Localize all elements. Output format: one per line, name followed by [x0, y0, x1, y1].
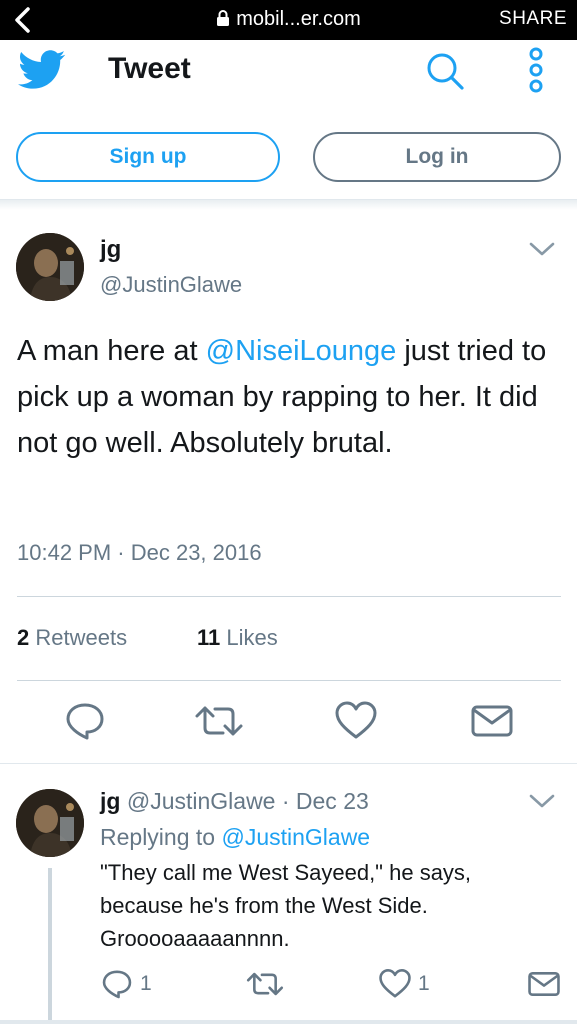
share-button[interactable]: SHARE: [499, 8, 567, 30]
reply-text: "They call me West Sayeed," he says, bec…: [100, 860, 472, 951]
retweet-icon[interactable]: [193, 700, 245, 747]
tweet-text-before: A man here at: [17, 335, 206, 367]
replying-to: Replying to @JustinGlawe: [100, 824, 370, 851]
app-header: Tweet: [0, 40, 577, 108]
divider: [0, 763, 577, 764]
lock-icon: [216, 9, 230, 33]
address-bar[interactable]: mobil...er.com: [0, 8, 577, 33]
replying-prefix: Replying to: [100, 824, 222, 850]
thread-line: [48, 868, 52, 1020]
heart-icon[interactable]: [334, 700, 378, 747]
reply-date[interactable]: · Dec 23: [282, 788, 369, 814]
divider: [17, 596, 561, 597]
author-handle[interactable]: @JustinGlawe: [100, 272, 242, 298]
author-name[interactable]: jg: [100, 236, 121, 264]
tweet-timestamp[interactable]: 10:42 PM · Dec 23, 2016: [17, 540, 262, 566]
page-title: Tweet: [108, 52, 191, 85]
retweets-stat[interactable]: 2 Retweets: [17, 625, 127, 651]
twitter-bird-icon[interactable]: [18, 50, 66, 95]
tweet-text: A man here at @NiseiLounge just tried to…: [17, 328, 557, 466]
heart-icon[interactable]: [378, 968, 412, 1005]
more-vertical-icon[interactable]: [522, 44, 550, 105]
like-count: 1: [418, 972, 430, 995]
header-shadow: [0, 200, 577, 210]
replying-to-link[interactable]: @JustinGlawe: [221, 824, 370, 850]
divider: [0, 1020, 577, 1024]
search-icon[interactable]: [424, 50, 466, 97]
divider: [17, 680, 561, 681]
reply-icon[interactable]: [100, 968, 134, 1005]
login-button[interactable]: Log in: [313, 132, 561, 182]
likes-label: Likes: [226, 625, 278, 650]
avatar[interactable]: [16, 789, 84, 857]
mention-link[interactable]: @NiseiLounge: [206, 335, 397, 367]
reply-header: jg @JustinGlawe · Dec 23: [100, 788, 369, 815]
retweets-count: 2: [17, 625, 30, 650]
signup-button[interactable]: Sign up: [16, 132, 280, 182]
chevron-down-icon[interactable]: [528, 790, 556, 817]
reply-author-handle[interactable]: @JustinGlawe: [127, 788, 276, 814]
chevron-down-icon[interactable]: [528, 238, 556, 265]
reply-author-name[interactable]: jg: [100, 788, 120, 814]
likes-stat[interactable]: 11 Likes: [197, 625, 278, 651]
avatar[interactable]: [16, 233, 84, 301]
retweet-icon[interactable]: [245, 968, 285, 1005]
url-text: mobil...er.com: [236, 8, 361, 30]
direct-message-icon[interactable]: [470, 700, 514, 747]
browser-bar: mobil...er.com SHARE: [0, 0, 577, 40]
direct-message-icon[interactable]: [527, 968, 561, 1005]
reply-count: 1: [140, 972, 152, 995]
retweets-label: Retweets: [35, 625, 128, 650]
reply-icon[interactable]: [64, 700, 106, 747]
auth-row: Sign up Log in: [0, 108, 577, 200]
likes-count: 11: [197, 625, 221, 650]
